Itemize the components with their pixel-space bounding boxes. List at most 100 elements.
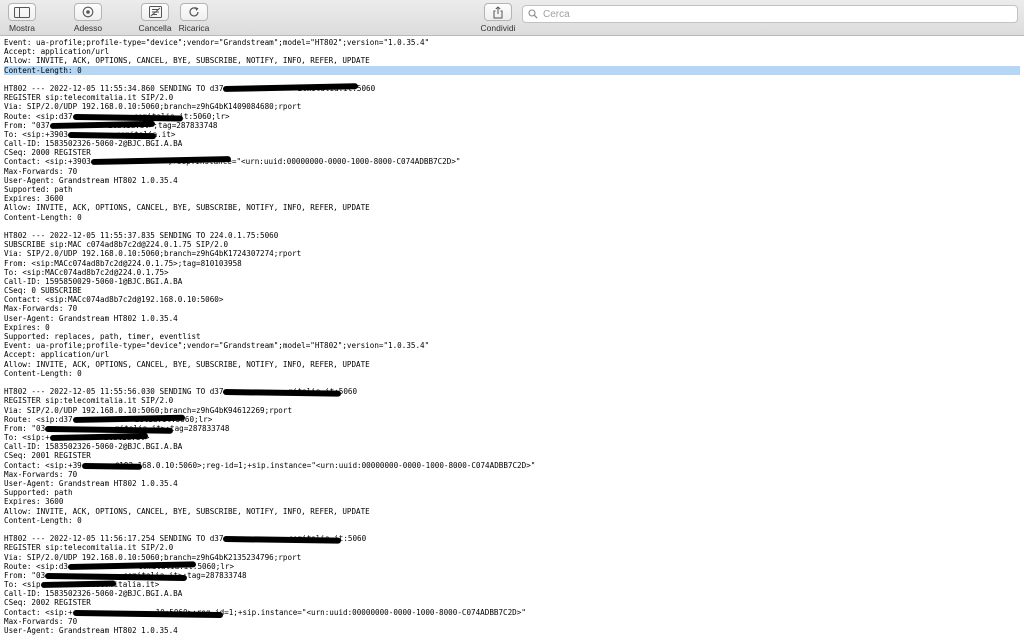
log-line: Call-ID: 1583502326-5060-2@BJC.BGI.A.BA [4,442,1022,451]
log-line: Content-Length: 0 [4,369,1022,378]
log-line: Max-Forwards: 70 [4,470,1022,479]
log-line: Route: <sip:d37 ialia.it:5060;lr> [4,415,1022,424]
log-text: Contact: <sip:MACc074ad8b7c2d@192.168.0.… [4,295,224,305]
log-line: CSeq: 2002 REGISTER [4,598,1022,607]
log-text: Supported: path [4,488,73,498]
log-text: Event: ua-profile;profile-type="device";… [4,38,430,47]
log-line: HT802 --- 2022-12-05 11:55:56.030 SENDIN… [4,387,1022,396]
show-label: Mostra [9,23,35,33]
log-line: Max-Forwards: 70 [4,167,1022,176]
log-line: Accept: application/url [4,47,1022,56]
search-field[interactable] [522,5,1018,23]
log-text: From: "037 [4,120,50,130]
log-line: Route: <sip:d3 comitalia.it:5060;lr> [4,562,1022,571]
log-line: To: <sip:MACc074ad8b7c2d@224.0.1.75> [4,268,1022,277]
log-text: To: <sip:+3903 [4,129,69,139]
log-text: Call-ID: 1583502326-5060-2@BJC.BGI.A.BA [4,442,183,452]
log-line: Contact: <sip:+3903 ;+sip.instance="<urn:… [4,157,1022,166]
log-line: CSeq: 2001 REGISTER [4,451,1022,460]
log-line: Content-Length: 0 [4,213,1022,222]
log-text: CSeq: 0 SUBSCRIBE [4,286,82,296]
log-line: Accept: application/url [4,350,1022,359]
share-label: Condividi [480,23,516,33]
search-input[interactable] [543,8,1003,20]
log-line: Call-ID: 1595850029-5060-1@BJC.BGI.A.BA [4,277,1022,286]
log-line: Via: SIP/2.0/UDP 192.168.0.10:5060;branc… [4,406,1022,415]
log-line: SUBSCRIBE sip:MAC c074ad8b7c2d@224.0.1.7… [4,240,1022,249]
log-text: User-Agent: Grandstream HT802 1.0.35.4 [4,313,178,323]
log-line: REGISTER sip:telecomitalia.it SIP/2.0 [4,543,1022,552]
log-line: Call-ID: 1583502326-5060-2@BJC.BGI.A.BA [4,589,1022,598]
log-text: Expires: 0 [4,322,50,332]
log-line: Contact: <sip:MACc074ad8b7c2d@192.168.0.… [4,295,1022,304]
log-line: From: <sip:MACc074ad8b7c2d@224.0.1.75>;t… [4,259,1022,268]
log-line: REGISTER sip:telecomitalia.it SIP/2.0 [4,93,1022,102]
log-text: CSeq: 2001 REGISTER [4,451,91,461]
log-line: To: <sip:+ italia.it> [4,433,1022,442]
log-line: Expires: 3600 [4,497,1022,506]
log-text: Contact: <sip:+3903 [4,157,91,167]
log-text: HT802 --- 2022-12-05 11:55:37.835 SENDIN… [4,230,279,240]
log-line: Via: SIP/2.0/UDP 192.168.0.10:5060;branc… [4,553,1022,562]
log-line: Via: SIP/2.0/UDP 192.168.0.10:5060;branc… [4,102,1022,111]
log-text: To: <sip:MACc074ad8b7c2d@224.0.1.75> [4,267,169,277]
log-text: Allow: INVITE, ACK, OPTIONS, CANCEL, BYE… [4,203,370,213]
log-line: Max-Forwards: 70 [4,304,1022,313]
log-text: Expires: 3600 [4,194,64,204]
show-sidebar-button[interactable]: Mostra [6,3,38,33]
console-log[interactable]: Event: ua-profile;profile-type="device";… [4,38,1022,640]
log-text: Content-Length: 0 [4,515,82,525]
log-text: Via: SIP/2.0/UDP 192.168.0.10:5060;branc… [4,552,302,562]
reload-button[interactable]: Ricarica [178,3,210,33]
now-icon [82,6,94,18]
log-text: Max-Forwards: 70 [4,469,78,479]
log-text: User-Agent: Grandstream HT802 1.0.35.4 [4,175,178,185]
log-text: HT802 --- 2022-12-05 11:55:34.860 SENDIN… [4,83,224,93]
toolbar: Mostra Adesso Cancella Ricarica Condivid… [0,0,1024,36]
log-line: User-Agent: Grandstream HT802 1.0.35.4 [4,626,1022,635]
log-text: Call-ID: 1595850029-5060-1@BJC.BGI.A.BA [4,276,183,286]
log-line: CSeq: 0 SUBSCRIBE [4,286,1022,295]
log-text: Supported: path [4,185,73,194]
log-text: Content-Length: 0 [4,212,82,222]
log-line: Event: ua-profile;profile-type="device";… [4,341,1022,350]
log-text: User-Agent: Grandstream HT802 1.0.35.4 [4,626,178,635]
log-line: From: "037 italia.it>;tag=287833748 [4,121,1022,130]
log-text: Allow: INVITE, ACK, OPTIONS, CANCEL, BYE… [4,506,370,516]
log-text: Via: SIP/2.0/UDP 192.168.0.10:5060;branc… [4,102,302,112]
now-button[interactable]: Adesso [72,3,104,33]
log-text: To: <sip:+ [4,433,50,443]
log-text: Allow: INVITE, ACK, OPTIONS, CANCEL, BYE… [4,359,370,369]
log-line: Event: ua-profile;profile-type="device";… [4,38,1022,47]
clear-icon [148,6,162,18]
sidebar-icon [14,6,30,18]
log-text: Contact: <sip:+39 [4,460,82,470]
log-line: Supported: replaces, path, timer, eventl… [4,332,1022,341]
log-line: HT802 --- 2022-12-05 11:55:37.835 SENDIN… [4,231,1022,240]
log-text: Accept: application/url [4,47,110,57]
log-line: HT802 --- 2022-12-05 11:55:34.860 SENDIN… [4,84,1022,93]
log-text: From: "03 [4,423,46,433]
log-text: User-Agent: Grandstream HT802 1.0.35.4 [4,479,178,488]
log-text: Content-Length: 0 [4,65,82,75]
log-line: Via: SIP/2.0/UDP 192.168.0.10:5060;branc… [4,249,1022,258]
log-text: HT802 --- 2022-12-05 11:56:17.254 SENDIN… [4,534,224,544]
log-text: Max-Forwards: 70 [4,616,78,626]
log-line: From: "03 mitalia.it>;tag=287833748 [4,424,1022,433]
log-line: Call-ID: 1583502326-5060-2@BJC.BGI.A.BA [4,139,1022,148]
clear-button[interactable]: Cancella [138,3,172,33]
log-text: Content-Length: 0 [4,368,82,378]
log-text: Route: <sip:d3 [4,561,69,571]
log-line: Allow: INVITE, ACK, OPTIONS, CANCEL, BYE… [4,203,1022,212]
log-line: Supported: path [4,185,1022,194]
log-text: SUBSCRIBE sip:MAC c074ad8b7c2d@224.0.1.7… [4,240,229,250]
share-button[interactable]: Condividi [480,3,516,33]
log-line: To: <sip:+3903 comitalia.it> [4,130,1022,139]
log-text: Route: <sip:d37 [4,414,73,424]
log-text: Expires: 3600 [4,497,64,507]
log-text: Allow: INVITE, ACK, OPTIONS, CANCEL, BYE… [4,56,370,66]
log-text-tail: @192.168.0.10:5060>;reg-id=1;+sip.instan… [114,460,536,470]
log-line: To: <sip telecomitalia.it> [4,580,1022,589]
share-icon [493,5,503,18]
